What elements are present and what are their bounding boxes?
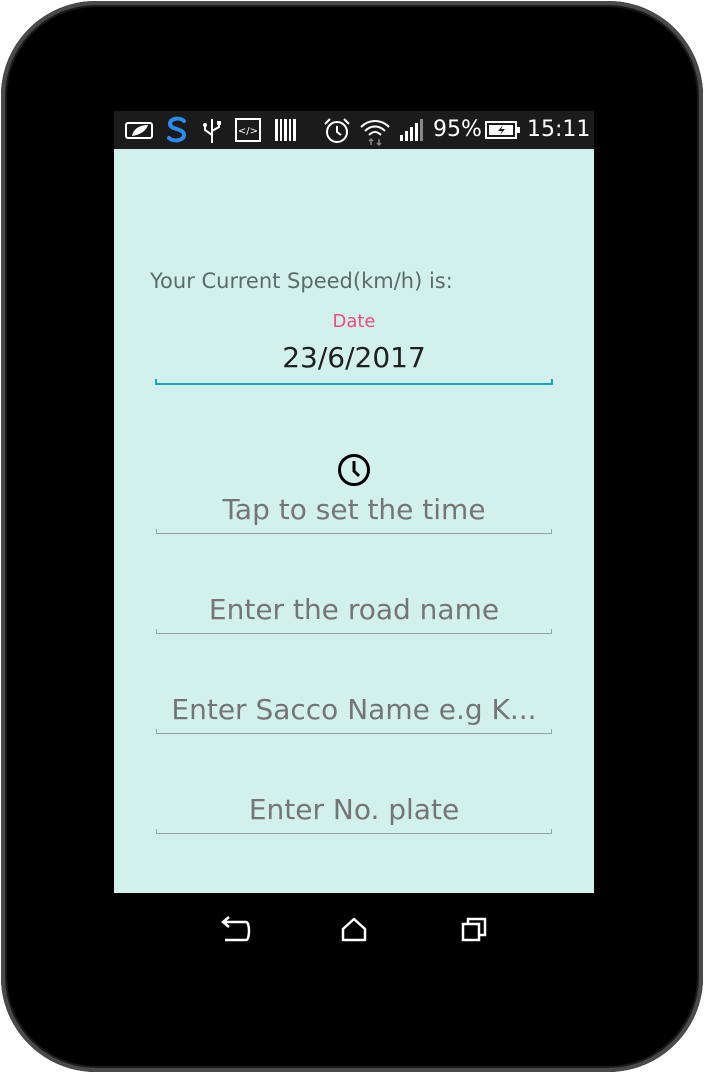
date-input[interactable] — [156, 341, 552, 374]
time-underline-tick-left — [156, 529, 157, 534]
usb-icon — [203, 119, 221, 143]
time-underline-tick-right — [551, 529, 552, 534]
plate-underline-tick-left — [156, 829, 157, 834]
svg-text:</>: </> — [238, 126, 258, 137]
alarm-icon — [324, 118, 350, 143]
swiftkey-icon — [167, 116, 187, 143]
number-plate-input[interactable] — [156, 793, 552, 826]
battery-saver-icon — [125, 122, 153, 139]
road-underline-tick-left — [156, 629, 157, 634]
speed-label: Your Current Speed(km/h) is: — [150, 269, 453, 293]
status-time: 15:11 — [527, 117, 591, 142]
home-icon[interactable] — [334, 912, 374, 948]
time-input[interactable] — [156, 493, 552, 526]
number-plate-underline — [156, 833, 552, 834]
developer-icon: </> — [235, 118, 261, 142]
wifi-icon — [360, 120, 390, 147]
barcode-icon — [275, 119, 296, 141]
sacco-name-input[interactable] — [156, 693, 552, 726]
road-name-input[interactable] — [156, 593, 552, 626]
date-field-label: Date — [332, 311, 376, 332]
app-screen: </> 95% 15:11 Your Current Speed(km/h) i… — [114, 111, 594, 893]
sacco-underline-tick-right — [551, 729, 552, 734]
recents-icon[interactable] — [454, 912, 494, 948]
road-name-underline — [156, 633, 552, 634]
status-bar: </> 95% 15:11 — [114, 111, 594, 149]
battery-percent: 95% — [433, 117, 482, 142]
plate-underline-tick-right — [551, 829, 552, 834]
back-icon[interactable] — [216, 912, 256, 948]
sacco-underline-tick-left — [156, 729, 157, 734]
date-underline-tick-right — [551, 379, 553, 385]
clock-icon[interactable] — [337, 453, 371, 487]
date-input-underline — [155, 383, 553, 385]
signal-icon — [400, 119, 423, 141]
date-underline-tick-left — [155, 379, 157, 385]
sacco-name-underline — [156, 733, 552, 734]
road-underline-tick-right — [551, 629, 552, 634]
time-input-underline — [156, 533, 552, 534]
battery-charging-icon — [485, 121, 520, 139]
